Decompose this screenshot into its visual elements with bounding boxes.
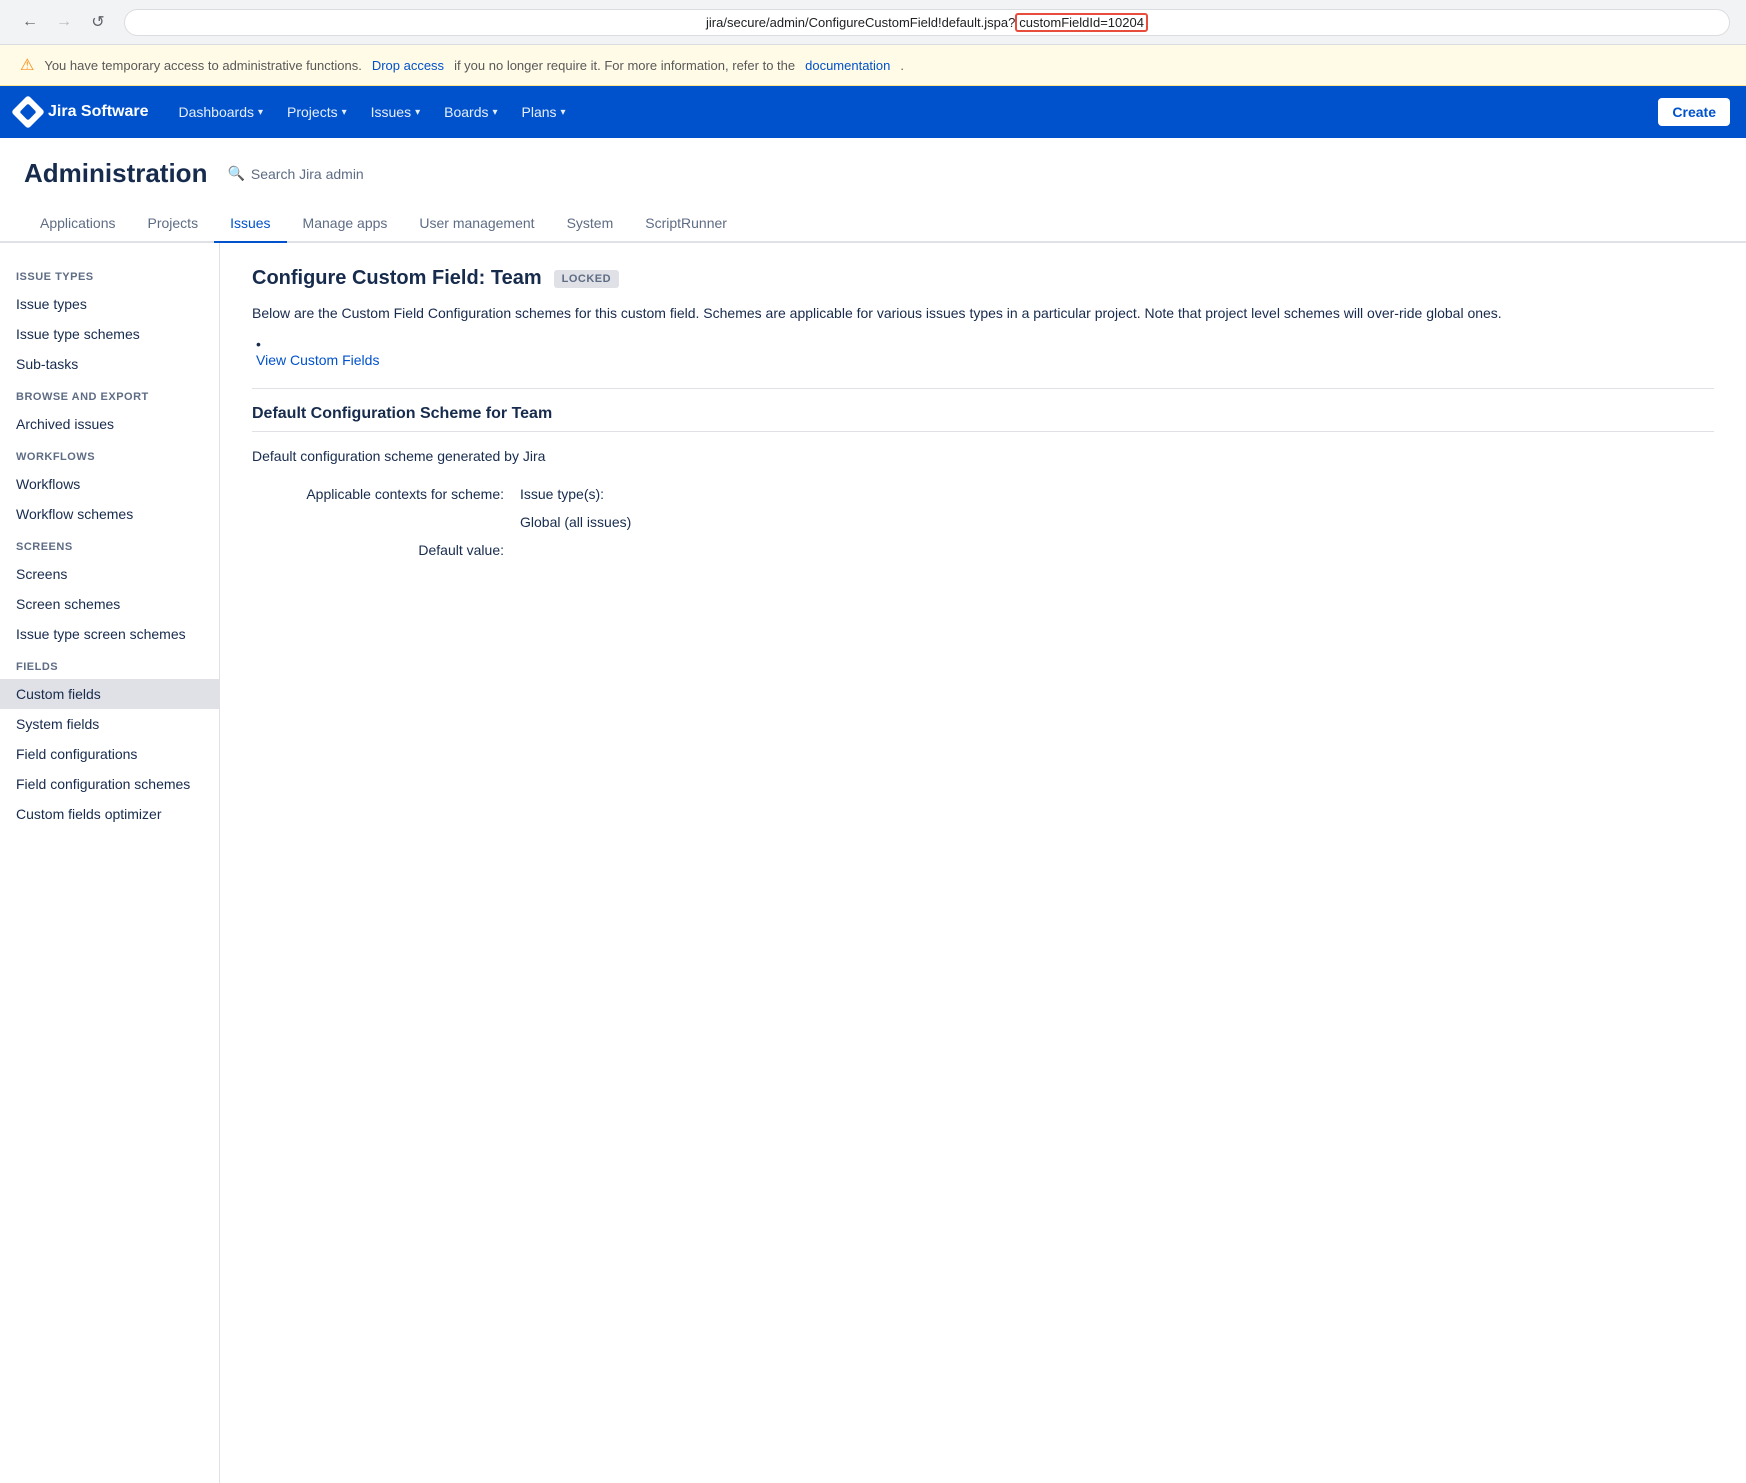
nav-projects[interactable]: Projects ▾ — [277, 96, 357, 128]
nav-issues[interactable]: Issues ▾ — [361, 96, 431, 128]
chevron-down-icon: ▾ — [561, 107, 566, 118]
sidebar-item-issue-types[interactable]: Issue types — [0, 289, 219, 319]
nav-plans[interactable]: Plans ▾ — [512, 96, 576, 128]
sidebar-item-sub-tasks[interactable]: Sub-tasks — [0, 349, 219, 379]
default-value — [512, 536, 1714, 564]
sidebar: ISSUE TYPES Issue types Issue type schem… — [0, 243, 220, 1483]
sidebar-item-field-configurations[interactable]: Field configurations — [0, 739, 219, 769]
default-value-label: Default value: — [252, 536, 512, 564]
sidebar-item-custom-fields-optimizer[interactable]: Custom fields optimizer — [0, 799, 219, 829]
address-bar[interactable]: jira/secure/admin/ConfigureCustomField!d… — [124, 9, 1730, 36]
browser-nav-buttons: ← → ↺ — [16, 8, 112, 36]
context-table: Applicable contexts for scheme: Issue ty… — [252, 480, 1714, 564]
url-text: jira/secure/admin/ConfigureCustomField!d… — [141, 15, 1713, 30]
view-custom-fields-bullet: View Custom Fields — [256, 336, 1714, 368]
warning-text-end: . — [900, 58, 904, 73]
documentation-link[interactable]: documentation — [805, 58, 890, 73]
top-nav: Jira Software Dashboards ▾ Projects ▾ Is… — [0, 86, 1746, 138]
back-button[interactable]: ← — [16, 8, 44, 36]
search-placeholder: Search Jira admin — [251, 166, 364, 182]
page-title: Administration — [24, 158, 207, 189]
tab-applications[interactable]: Applications — [24, 205, 132, 243]
sidebar-item-screens[interactable]: Screens — [0, 559, 219, 589]
scheme-description: Default configuration scheme generated b… — [252, 448, 1714, 464]
page-container: Administration 🔍 Search Jira admin Appli… — [0, 138, 1746, 1483]
drop-access-link[interactable]: Drop access — [372, 58, 444, 73]
logo-area[interactable]: Jira Software — [16, 100, 148, 124]
sidebar-item-field-configuration-schemes[interactable]: Field configuration schemes — [0, 769, 219, 799]
locked-badge: LOCKED — [554, 270, 619, 288]
sidebar-item-archived-issues[interactable]: Archived issues — [0, 409, 219, 439]
warning-banner: ⚠ You have temporary access to administr… — [0, 45, 1746, 86]
table-row-default-value: Default value: — [252, 536, 1714, 564]
tab-scriptrunner[interactable]: ScriptRunner — [629, 205, 743, 243]
nav-dashboards[interactable]: Dashboards ▾ — [168, 96, 273, 128]
chevron-down-icon: ▾ — [258, 107, 263, 118]
create-button[interactable]: Create — [1658, 98, 1730, 126]
admin-search[interactable]: 🔍 Search Jira admin — [227, 165, 363, 182]
sidebar-item-issue-type-screen-schemes[interactable]: Issue type screen schemes — [0, 619, 219, 649]
sidebar-section-workflows-label: WORKFLOWS — [0, 439, 219, 469]
sidebar-section-browse-label: BROWSE AND EXPORT — [0, 379, 219, 409]
configure-title-row: Configure Custom Field: Team LOCKED — [252, 267, 1714, 290]
warning-icon: ⚠ — [20, 55, 34, 75]
sidebar-item-screen-schemes[interactable]: Screen schemes — [0, 589, 219, 619]
section-divider — [252, 388, 1714, 389]
sidebar-section-fields-label: FIELDS — [0, 649, 219, 679]
tab-system[interactable]: System — [551, 205, 630, 243]
tab-manage-apps[interactable]: Manage apps — [287, 205, 404, 243]
issue-types-value: Global (all issues) — [512, 508, 1714, 536]
issue-types-label: Issue type(s): — [512, 480, 1714, 508]
logo-text: Jira Software — [48, 103, 148, 121]
chevron-down-icon: ▾ — [415, 107, 420, 118]
jira-logo-icon — [11, 95, 45, 129]
url-highlight: customFieldId=10204 — [1015, 13, 1148, 32]
sidebar-section-screens-label: SCREENS — [0, 529, 219, 559]
main-layout: ISSUE TYPES Issue types Issue type schem… — [0, 243, 1746, 1483]
refresh-button[interactable]: ↺ — [84, 8, 112, 36]
scheme-title: Default Configuration Scheme for Team — [252, 405, 1714, 423]
table-row-issue-types: Global (all issues) — [252, 508, 1714, 536]
sidebar-item-custom-fields[interactable]: Custom fields — [0, 679, 219, 709]
sidebar-item-workflows[interactable]: Workflows — [0, 469, 219, 499]
sidebar-item-system-fields[interactable]: System fields — [0, 709, 219, 739]
description-text: Below are the Custom Field Configuration… — [252, 302, 1714, 324]
admin-tabs: Applications Projects Issues Manage apps… — [0, 205, 1746, 243]
sidebar-item-workflow-schemes[interactable]: Workflow schemes — [0, 499, 219, 529]
view-custom-fields-link[interactable]: View Custom Fields — [256, 352, 1714, 368]
chevron-down-icon: ▾ — [492, 107, 497, 118]
chevron-down-icon: ▾ — [342, 107, 347, 118]
nav-boards[interactable]: Boards ▾ — [434, 96, 507, 128]
tab-issues[interactable]: Issues — [214, 205, 286, 243]
warning-text-before: You have temporary access to administrat… — [44, 58, 361, 73]
content-area: Configure Custom Field: Team LOCKED Belo… — [220, 243, 1746, 1483]
admin-header: Administration 🔍 Search Jira admin — [0, 138, 1746, 189]
sidebar-item-issue-type-schemes[interactable]: Issue type schemes — [0, 319, 219, 349]
sidebar-section-issue-types-label: ISSUE TYPES — [0, 259, 219, 289]
applicable-contexts-label: Applicable contexts for scheme: — [252, 480, 512, 508]
configure-custom-field-title: Configure Custom Field: Team — [252, 267, 542, 290]
table-row-applicable-contexts: Applicable contexts for scheme: Issue ty… — [252, 480, 1714, 508]
forward-button[interactable]: → — [50, 8, 78, 36]
warning-text-middle: if you no longer require it. For more in… — [454, 58, 795, 73]
scheme-divider — [252, 431, 1714, 432]
tab-projects[interactable]: Projects — [132, 205, 215, 243]
search-icon: 🔍 — [227, 165, 244, 182]
tab-user-management[interactable]: User management — [403, 205, 550, 243]
browser-chrome: ← → ↺ jira/secure/admin/ConfigureCustomF… — [0, 0, 1746, 45]
